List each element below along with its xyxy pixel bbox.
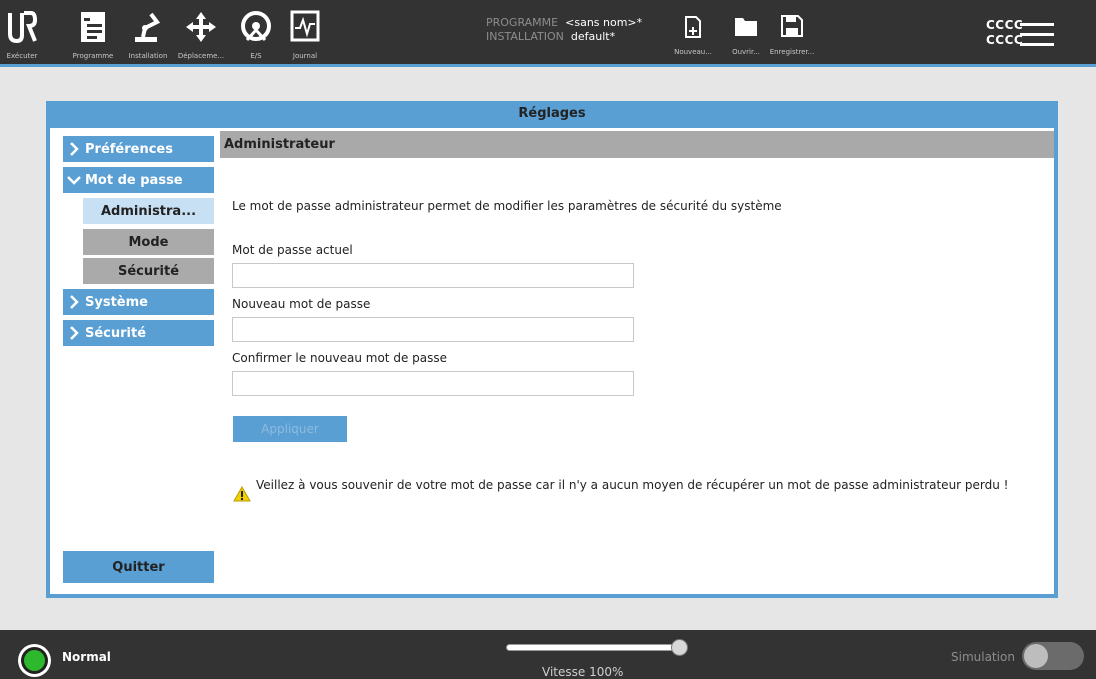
log-icon bbox=[290, 10, 320, 42]
nav-io-label: E/S bbox=[250, 52, 262, 60]
nav-log-button[interactable]: Journal bbox=[284, 0, 326, 64]
robot-arm-icon bbox=[135, 12, 161, 42]
simulation-toggle-knob bbox=[1024, 644, 1048, 668]
nav-run-label: Exécuter bbox=[6, 52, 38, 60]
robot-ids: CCCC CCCC bbox=[986, 18, 1023, 48]
hamburger-menu-icon[interactable] bbox=[1020, 23, 1054, 47]
warning-text: Veillez à vous souvenir de votre mot de … bbox=[256, 478, 1009, 492]
panel-description: Le mot de passe administrateur permet de… bbox=[232, 199, 782, 213]
speed-label: Vitesse 100% bbox=[542, 665, 624, 679]
installation-value: default* bbox=[570, 30, 616, 43]
open-program-button[interactable]: Ouvrir... bbox=[726, 0, 766, 64]
nav-log-label: Journal bbox=[292, 52, 318, 60]
new-password-field[interactable] bbox=[232, 317, 634, 342]
sidebar-subitem-label: Administra... bbox=[100, 203, 197, 219]
apply-button[interactable]: Appliquer bbox=[233, 416, 347, 442]
topbar-divider bbox=[0, 64, 1096, 67]
chevron-right-icon bbox=[63, 136, 85, 162]
save-program-button[interactable]: Enregistrer... bbox=[764, 0, 820, 64]
warning-icon bbox=[233, 486, 251, 502]
nav-move-label: Déplaceme... bbox=[177, 52, 225, 60]
sidebar-item-password[interactable]: Mot de passe bbox=[63, 167, 214, 193]
ur-logo-icon bbox=[8, 11, 37, 44]
nav-program-label: Programme bbox=[72, 52, 114, 60]
installation-label: INSTALLATION bbox=[486, 30, 564, 43]
new-file-icon bbox=[685, 16, 701, 38]
top-bar: Exécuter Programme Installation Déplacem… bbox=[0, 0, 1096, 64]
nav-installation-label: Installation bbox=[128, 52, 168, 60]
nav-installation-button[interactable]: Installation bbox=[123, 0, 173, 64]
status-lamp-icon[interactable] bbox=[18, 644, 51, 677]
speed-slider[interactable] bbox=[506, 644, 682, 651]
dialog-body: Préférences Mot de passe Administra... M… bbox=[50, 128, 1054, 594]
id-line-2: CCCC bbox=[986, 33, 1024, 47]
program-label: PROGRAMME bbox=[486, 16, 559, 29]
program-icon bbox=[81, 12, 105, 42]
sidebar-item-preferences[interactable]: Préférences bbox=[63, 136, 214, 162]
sidebar-item-system[interactable]: Système bbox=[63, 289, 214, 315]
sidebar-item-label: Préférences bbox=[85, 141, 173, 157]
settings-dialog: Réglages Préférences Mot de passe Admini… bbox=[46, 101, 1058, 598]
quit-button[interactable]: Quitter bbox=[63, 551, 214, 583]
new-program-label: Nouveau... bbox=[674, 48, 712, 56]
open-folder-icon bbox=[735, 18, 757, 36]
robot-status: Normal bbox=[62, 650, 111, 664]
nav-run-button[interactable]: Exécuter bbox=[2, 0, 42, 64]
bottom-bar: Normal Vitesse 100% Simulation bbox=[0, 630, 1096, 679]
program-info: PROGRAMME <sans nom>* INSTALLATION defau… bbox=[486, 16, 642, 44]
sidebar-subitem-safety[interactable]: Sécurité bbox=[83, 258, 214, 284]
simulation-toggle[interactable] bbox=[1022, 642, 1084, 670]
confirm-password-field[interactable] bbox=[232, 371, 634, 396]
save-icon bbox=[781, 15, 803, 37]
move-icon bbox=[186, 12, 216, 42]
sidebar-subitem-admin[interactable]: Administra... bbox=[83, 198, 214, 224]
speed-slider-knob[interactable] bbox=[671, 639, 688, 656]
current-password-label: Mot de passe actuel bbox=[232, 243, 353, 257]
nav-move-button[interactable]: Déplaceme... bbox=[173, 0, 229, 64]
panel-header: Administrateur bbox=[220, 131, 1054, 158]
new-password-label: Nouveau mot de passe bbox=[232, 297, 371, 311]
admin-password-panel: Administrateur Le mot de passe administr… bbox=[220, 131, 1054, 589]
nav-io-button[interactable]: E/S bbox=[233, 0, 279, 64]
dialog-title: Réglages bbox=[518, 106, 586, 121]
current-password-field[interactable] bbox=[232, 263, 634, 288]
sidebar-item-label: Mot de passe bbox=[85, 172, 183, 188]
sidebar-item-label: Système bbox=[85, 294, 148, 310]
sidebar-subitem-label: Sécurité bbox=[117, 263, 180, 279]
confirm-password-label: Confirmer le nouveau mot de passe bbox=[232, 351, 447, 365]
save-program-label: Enregistrer... bbox=[769, 48, 815, 56]
program-value: <sans nom>* bbox=[565, 16, 643, 29]
chevron-right-icon bbox=[63, 289, 85, 315]
id-line-1: CCCC bbox=[986, 18, 1024, 32]
chevron-down-icon bbox=[63, 167, 85, 193]
sidebar-item-label: Sécurité bbox=[85, 325, 147, 341]
io-icon bbox=[241, 11, 271, 42]
new-program-button[interactable]: Nouveau... bbox=[670, 0, 716, 64]
sidebar-subitem-label: Mode bbox=[128, 234, 169, 250]
sidebar-item-safety[interactable]: Sécurité bbox=[63, 320, 214, 346]
nav-program-button[interactable]: Programme bbox=[65, 0, 121, 64]
sidebar-subitem-mode[interactable]: Mode bbox=[83, 229, 214, 255]
open-program-label: Ouvrir... bbox=[732, 48, 760, 56]
chevron-right-icon bbox=[63, 320, 85, 346]
simulation-label: Simulation bbox=[951, 650, 1015, 664]
